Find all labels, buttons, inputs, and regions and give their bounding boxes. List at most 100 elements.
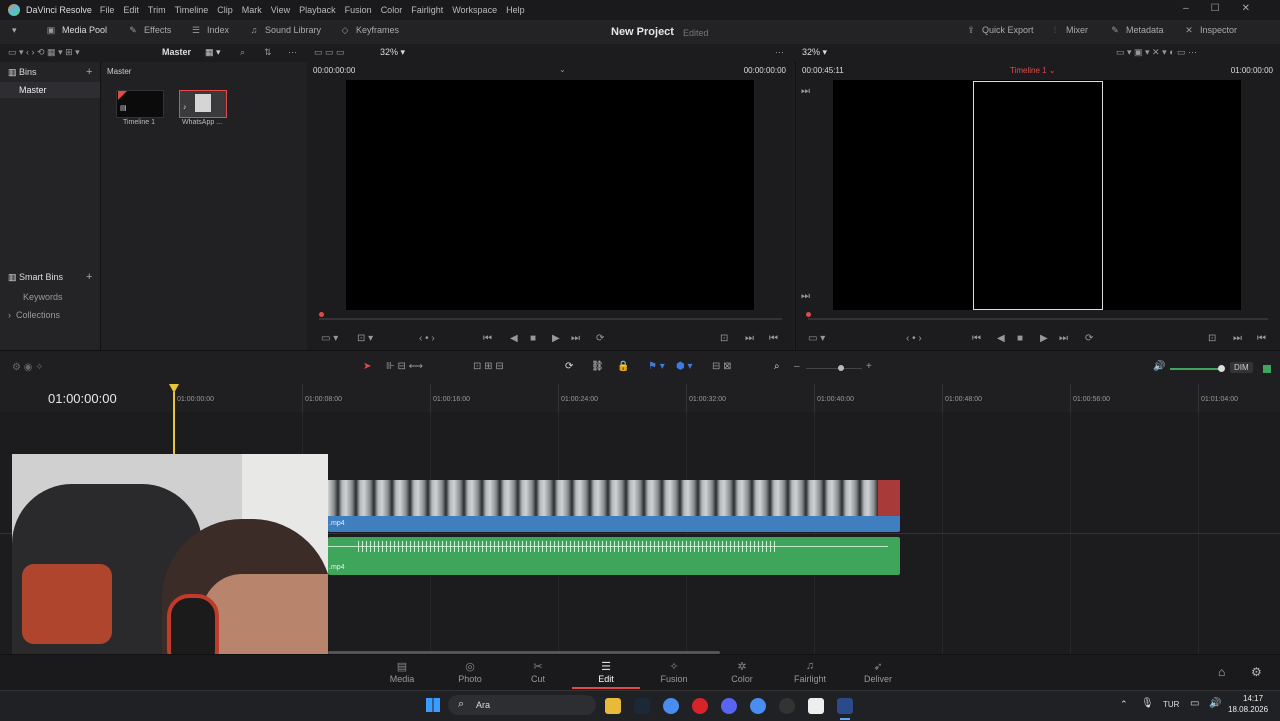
smart-bin-keywords[interactable]: Keywords [23, 292, 63, 302]
timeline-video-frame[interactable] [833, 80, 1241, 310]
chevron-down-icon[interactable]: ⌄ [559, 65, 566, 74]
zoom-tools-icon[interactable]: ⊟ ⊠ [712, 361, 732, 372]
clip-thumb-timeline[interactable]: ▤ [116, 90, 164, 118]
stop-icon[interactable]: ■ [530, 333, 536, 344]
chrome-profile-icon[interactable] [750, 698, 766, 714]
track-options-icon[interactable]: ⚙ ◉ ✧ [12, 362, 44, 373]
skip-end-icon[interactable]: ⏭ [1059, 333, 1068, 344]
go-next-edit-icon[interactable]: ⏭ [1233, 333, 1242, 344]
source-video-frame[interactable] [346, 80, 754, 310]
smart-bin-collections[interactable]: › Collections [8, 310, 60, 320]
page-fusion[interactable]: ✧ Fusion [644, 660, 704, 684]
network-icon[interactable]: ▭ [1190, 698, 1199, 709]
go-first-frame-icon[interactable]: ⏭ [801, 86, 810, 97]
play-reverse-icon[interactable]: ◀ [510, 333, 518, 344]
media-pool-button[interactable]: ▣ Media Pool [44, 25, 107, 36]
jog-icon[interactable]: ‹ • › [419, 333, 435, 344]
opera-icon[interactable] [692, 698, 708, 714]
dim-button[interactable]: DIM [1230, 362, 1253, 373]
settings-gear-icon[interactable]: ⚙ [1251, 665, 1262, 679]
recording-app-icon[interactable] [779, 698, 795, 714]
marker-icon[interactable]: ⬢ ▾ [676, 361, 693, 372]
discord-icon[interactable] [721, 698, 737, 714]
menu-workspace[interactable]: Workspace [452, 5, 497, 15]
menu-timeline[interactable]: Timeline [175, 5, 209, 15]
linked-selection-icon[interactable]: ⛓ [591, 361, 604, 372]
window-controls[interactable]: –☐✕ [1183, 3, 1272, 14]
loop-icon[interactable]: ⟳ [1085, 333, 1093, 344]
inspector-button[interactable]: ✕ Inspector [1182, 25, 1237, 36]
file-explorer-icon[interactable] [605, 698, 621, 714]
loop-icon[interactable]: ⟳ [596, 333, 604, 344]
viewer-mode-icon[interactable]: ▭ ▭ ▭ [314, 47, 345, 58]
selection-tool-icon[interactable]: ➤ [363, 361, 371, 372]
menu-edit[interactable]: Edit [123, 5, 139, 15]
overlay-icon[interactable]: ⊡ ▾ [357, 333, 373, 344]
stop-icon[interactable]: ■ [1017, 333, 1023, 344]
keyframes-button[interactable]: ◇ Keyframes [338, 25, 399, 36]
play-icon[interactable]: ▶ [552, 333, 560, 344]
zoom-right-select[interactable]: 32% ▾ [802, 47, 827, 58]
page-fairlight[interactable]: ♫ Fairlight [780, 660, 840, 684]
chrome-icon[interactable] [663, 698, 679, 714]
menu-help[interactable]: Help [506, 5, 525, 15]
match-frame-icon[interactable]: ⊡ [720, 333, 728, 344]
timeline-horizontal-scrollbar[interactable] [328, 651, 720, 654]
viewer-options-icon[interactable]: ▭ ▾ [321, 333, 338, 344]
viewer-options-icon[interactable]: ▭ ▾ ▣ ▾ ✕ ▾ ◐ ▭ ⋯ [1116, 47, 1197, 58]
add-bin-button[interactable]: + [86, 66, 92, 78]
zoom-left-select[interactable]: 32% ▾ [380, 47, 405, 58]
panel-toggle-icon[interactable]: ▾ [12, 25, 17, 36]
language-indicator[interactable]: TUR [1163, 700, 1179, 709]
flag-icon[interactable]: ⚑ ▾ [648, 361, 665, 372]
page-media[interactable]: ▤ Media [372, 660, 432, 684]
menu-trim[interactable]: Trim [148, 5, 166, 15]
speaker-icon[interactable]: 🔊 [1209, 698, 1221, 709]
mixer-button[interactable]: ⫶ Mixer [1048, 25, 1088, 36]
video-clip[interactable]: .mp4 [328, 480, 900, 532]
page-color[interactable]: ✲ Color [712, 660, 772, 684]
go-prev-edit-icon[interactable]: ⏮ [1257, 333, 1266, 344]
davinci-taskbar-icon[interactable] [837, 698, 853, 714]
source-playhead[interactable] [319, 312, 324, 317]
media-app-icon[interactable] [808, 698, 824, 714]
more-options-icon-right[interactable]: ⋯ [775, 47, 784, 58]
jog-icon[interactable]: ‹ • › [906, 333, 922, 344]
timeline-name-select[interactable]: Timeline 1 ⌄ [1010, 66, 1056, 75]
zoom-slider-track[interactable] [806, 368, 862, 369]
skip-end-icon[interactable]: ⏭ [571, 333, 580, 344]
snapping-icon[interactable]: ⟳ [565, 361, 573, 372]
zoom-search-icon[interactable]: ⌕ [774, 361, 780, 372]
microphone-icon[interactable]: 🎙 [1141, 698, 1154, 709]
menu-fairlight[interactable]: Fairlight [411, 5, 443, 15]
menu-mark[interactable]: Mark [242, 5, 262, 15]
menu-file[interactable]: File [100, 5, 115, 15]
menu-color[interactable]: Color [381, 5, 403, 15]
volume-slider[interactable] [1170, 368, 1220, 370]
search-icon[interactable]: ⌕ [240, 47, 245, 58]
sort-icon[interactable]: ⇅ [264, 47, 272, 58]
home-icon[interactable]: ⌂ [1218, 665, 1225, 679]
zoom-slider-handle[interactable] [838, 365, 844, 371]
volume-icon[interactable]: 🔊 [1153, 361, 1165, 372]
zoom-out-icon[interactable]: – [794, 361, 800, 372]
grid-view-icon[interactable]: ▦ ▾ [205, 47, 221, 58]
add-smart-bin-button[interactable]: + [86, 271, 92, 283]
menu-view[interactable]: View [271, 5, 290, 15]
steam-icon[interactable] [634, 698, 650, 714]
timeline-scrub-bar[interactable] [808, 318, 1268, 320]
sound-library-button[interactable]: ♫ Sound Library [247, 25, 321, 35]
skip-start-icon[interactable]: ⏮ [483, 333, 492, 344]
edit-tools-icon[interactable]: ⊡ ⊞ ⊟ [473, 361, 504, 372]
skip-start-icon[interactable]: ⏮ [972, 333, 981, 344]
bin-item-master[interactable]: Master [0, 82, 100, 98]
menu-clip[interactable]: Clip [217, 5, 233, 15]
match-frame-icon[interactable]: ⊡ [1208, 333, 1216, 344]
effects-button[interactable]: ✎ Effects [126, 25, 171, 36]
audio-clip[interactable]: .mp4 [328, 537, 900, 575]
clock-date[interactable]: 18.08.2026 [1228, 705, 1268, 714]
windows-start-icon[interactable] [426, 698, 440, 712]
mark-out-icon[interactable]: ⏭ [745, 333, 754, 344]
layout-icon[interactable]: ▭ ▾ ‹ › ⟲ ▦ ▾ ⊞ ▾ [8, 47, 80, 58]
lock-icon[interactable]: 🔒 [617, 361, 629, 372]
